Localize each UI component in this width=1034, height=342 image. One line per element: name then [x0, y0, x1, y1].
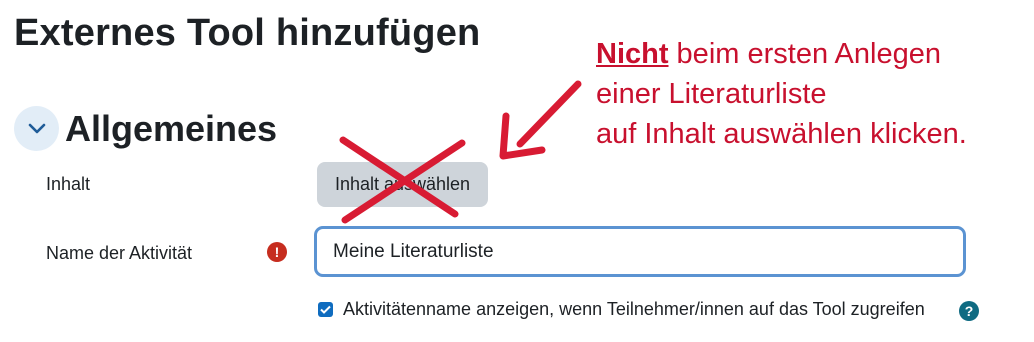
arrow-icon	[499, 80, 582, 160]
cross-out-icon	[339, 136, 466, 224]
annotation-overlay	[339, 80, 582, 224]
